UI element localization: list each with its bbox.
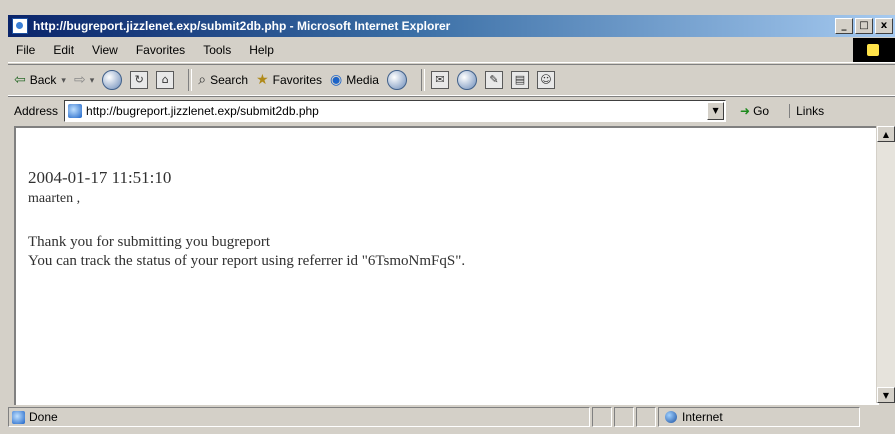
links-button[interactable]: Links: [789, 104, 824, 118]
status-main: Done: [8, 407, 590, 427]
close-button[interactable]: x: [875, 18, 893, 34]
stop-icon[interactable]: [102, 70, 123, 90]
edit-icon[interactable]: ✎: [484, 71, 503, 89]
globe-icon: [665, 411, 677, 423]
window-title: http://bugreport.jizzlenet.exp/submit2db…: [33, 19, 451, 33]
menu-edit[interactable]: Edit: [44, 43, 83, 57]
search-label: Search: [210, 73, 249, 87]
browser-window: http://bugreport.jizzlenet.exp/submit2db…: [0, 0, 895, 434]
go-arrow-icon: ➜: [740, 104, 751, 118]
favorites-icon: ★: [256, 72, 269, 88]
scroll-down-icon[interactable]: ▼: [877, 387, 895, 403]
standard-toolbar: ⇦ Back ▾ ⇨ ▾ ↻ ⌂ ⌕ Search ★ Favorites ◉ …: [8, 64, 895, 96]
menu-favorites[interactable]: Favorites: [127, 43, 194, 57]
forward-button[interactable]: ⇨ ▾: [74, 72, 94, 88]
address-label: Address: [14, 104, 59, 118]
page-content: 2004-01-17 11:51:10 maarten , Thank you …: [14, 126, 879, 405]
menu-view[interactable]: View: [83, 43, 127, 57]
search-icon: ⌕: [198, 72, 207, 88]
back-label: Back: [29, 73, 57, 87]
menu-file[interactable]: File: [8, 43, 44, 57]
security-zone: Internet: [658, 407, 860, 427]
address-bar: Address ▼ ➜ Go Links: [8, 96, 895, 125]
discuss-icon[interactable]: ▤: [510, 71, 529, 89]
print-icon[interactable]: [456, 70, 477, 90]
back-arrow-icon: ⇦: [14, 72, 26, 88]
menu-tools[interactable]: Tools: [194, 43, 240, 57]
page-body: 2004-01-17 11:51:10 maarten , Thank you …: [28, 168, 465, 271]
messenger-icon[interactable]: ☺: [536, 71, 555, 89]
history-icon[interactable]: [386, 70, 407, 90]
toolbar-separator: [420, 69, 425, 91]
page-done-icon: [12, 410, 25, 424]
message-block: Thank you for submitting you bugreport Y…: [28, 233, 465, 271]
toolbar-separator: [188, 69, 193, 91]
forward-dropdown-icon[interactable]: ▾: [90, 75, 95, 86]
search-button[interactable]: ⌕ Search: [198, 72, 248, 88]
zone-label: Internet: [682, 410, 723, 424]
status-text: Done: [29, 410, 58, 424]
home-icon[interactable]: ⌂: [156, 71, 175, 89]
address-input[interactable]: [86, 104, 687, 118]
status-bar: Done Internet: [8, 405, 895, 429]
back-button[interactable]: ⇦ Back ▾: [14, 72, 66, 88]
go-label: Go: [753, 104, 770, 118]
media-icon: ◉: [330, 72, 343, 88]
username: maarten ,: [28, 191, 81, 206]
thank-you-message: Thank you for submitting you bugreport: [28, 234, 271, 250]
status-cell: [614, 407, 634, 427]
menu-bar: File Edit View Favorites Tools Help: [8, 38, 895, 63]
favorites-button[interactable]: ★ Favorites: [256, 72, 322, 88]
forward-arrow-icon: ⇨: [73, 72, 86, 88]
timestamp: 2004-01-17 11:51:10: [28, 168, 172, 187]
minimize-button[interactable]: _: [835, 18, 853, 34]
windows-logo-icon: [853, 38, 895, 62]
refresh-icon[interactable]: ↻: [130, 71, 149, 89]
mail-icon[interactable]: ✉: [430, 71, 449, 89]
scroll-up-icon[interactable]: ▲: [877, 126, 895, 142]
media-label: Media: [346, 73, 379, 87]
page-icon: [68, 104, 83, 118]
maximize-button[interactable]: □: [855, 18, 873, 34]
title-bar[interactable]: http://bugreport.jizzlenet.exp/submit2db…: [8, 15, 895, 37]
menu-help[interactable]: Help: [240, 43, 283, 57]
back-dropdown-icon[interactable]: ▾: [61, 75, 66, 86]
address-dropdown-icon[interactable]: ▼: [707, 102, 725, 120]
favorites-label: Favorites: [272, 73, 323, 87]
address-box[interactable]: ▼: [64, 100, 727, 122]
go-button[interactable]: ➜ Go: [740, 104, 769, 118]
ie-page-icon: [12, 18, 28, 34]
media-button[interactable]: ◉ Media: [330, 72, 379, 88]
tracking-message: You can track the status of your report …: [28, 253, 466, 269]
vertical-scrollbar[interactable]: ▲ ▼: [876, 126, 895, 403]
window-controls: _ □ x: [835, 18, 893, 34]
status-cell: [636, 407, 656, 427]
status-cell: [592, 407, 612, 427]
